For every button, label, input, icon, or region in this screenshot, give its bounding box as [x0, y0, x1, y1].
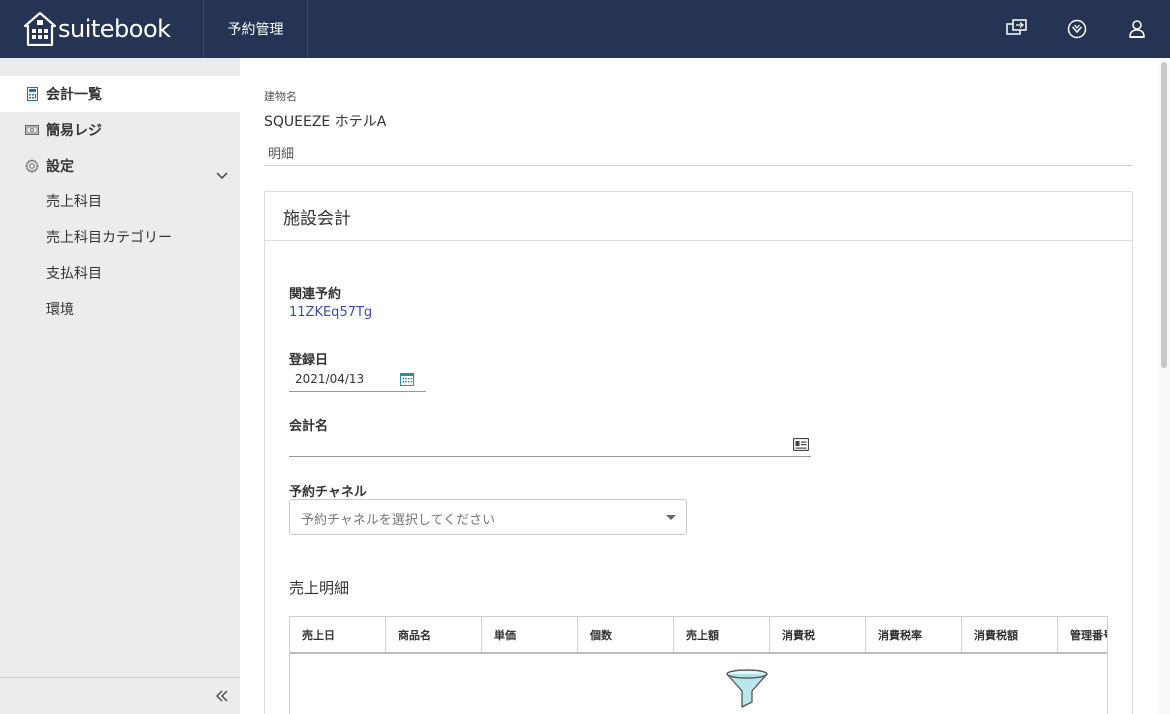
user-icon[interactable]	[1126, 18, 1148, 40]
column-header-consumption-tax[interactable]: 消費税	[770, 617, 866, 652]
column-header-unit-price[interactable]: 単価	[482, 617, 578, 652]
sidebar-subitem-payment-items[interactable]: 支払科目	[46, 255, 102, 291]
column-header-sales-date[interactable]: 売上日	[290, 617, 386, 652]
dropdown-arrow-icon	[666, 515, 676, 520]
calculator-icon	[25, 87, 39, 101]
checkmark-circle-icon[interactable]	[1066, 18, 1088, 40]
id-card-icon	[793, 438, 809, 451]
channel-label: 予約チャネル	[289, 485, 367, 500]
table-header-row: 売上日 商品名 単価 個数 売上額 消費税 消費税率 消費税額 管理番号	[290, 617, 1107, 654]
brand-name: suitebook	[58, 15, 171, 43]
sales-details-title: 売上明細	[289, 579, 350, 597]
tab-bar: 明細	[264, 142, 1133, 166]
column-header-product-name[interactable]: 商品名	[386, 617, 482, 652]
sales-details-table: 売上日 商品名 単価 個数 売上額 消費税 消費税率 消費税額 管理番号	[289, 616, 1108, 714]
building-value: SQUEEZE ホテルA	[264, 114, 387, 130]
sidebar: 会計一覧 簡易レジ 設定 売上科目 売上科目カテゴリー 支払科目 環境	[0, 58, 240, 714]
column-header-tax-rate[interactable]: 消費税率	[866, 617, 962, 652]
facility-accounting-card: 施設会計 関連予約 11ZKEq57Tg 登録日 2021/04/13 会計名 …	[264, 191, 1133, 714]
sidebar-item-label: 簡易レジ	[46, 123, 102, 139]
gear-icon	[25, 159, 39, 173]
sidebar-item-accounting-list[interactable]: 会計一覧	[0, 76, 240, 112]
scrollbar[interactable]	[1158, 58, 1170, 714]
sidebar-item-settings[interactable]: 設定	[0, 148, 240, 184]
card-title: 施設会計	[265, 192, 1132, 241]
transfer-icon[interactable]	[1006, 18, 1028, 40]
card-title-text: 施設会計	[283, 208, 351, 229]
account-name-input[interactable]	[289, 433, 811, 457]
channel-select[interactable]: 予約チャネルを選択してください	[289, 499, 687, 535]
column-header-sales-amount[interactable]: 売上額	[674, 617, 770, 652]
main-content: 建物名 SQUEEZE ホテルA 明細 施設会計 関連予約 11ZKEq57Tg…	[240, 58, 1158, 714]
nav-label: 予約管理	[227, 22, 284, 38]
top-header: suitebook 予約管理	[0, 0, 1170, 58]
account-name-label: 会計名	[289, 419, 329, 434]
calendar-icon[interactable]	[399, 371, 415, 387]
sidebar-item-simple-register[interactable]: 簡易レジ	[0, 112, 240, 148]
building-label: 建物名	[264, 90, 297, 103]
sidebar-subitem-sales-items[interactable]: 売上科目	[46, 183, 102, 219]
registration-date-label: 登録日	[289, 353, 329, 368]
column-header-management-number[interactable]: 管理番号	[1058, 617, 1107, 652]
collapse-sidebar-icon[interactable]	[214, 688, 230, 704]
brand-logo[interactable]: suitebook	[0, 0, 204, 58]
building-logo-icon	[24, 12, 56, 46]
column-header-quantity[interactable]: 個数	[578, 617, 674, 652]
sidebar-subitem-environment[interactable]: 環境	[46, 291, 74, 327]
chevron-down-icon[interactable]	[214, 170, 230, 182]
column-header-tax-amount[interactable]: 消費税額	[962, 617, 1058, 652]
channel-placeholder: 予約チャネルを選択してください	[301, 513, 496, 528]
header-actions	[1006, 0, 1170, 58]
tab-details[interactable]: 明細	[268, 143, 294, 162]
sidebar-item-label: 設定	[46, 159, 74, 175]
registration-date-value: 2021/04/13	[295, 372, 365, 386]
related-reservation-link[interactable]: 11ZKEq57Tg	[289, 305, 372, 320]
sidebar-subitem-sales-categories[interactable]: 売上科目カテゴリー	[46, 219, 172, 255]
cash-icon	[25, 123, 39, 137]
nav-reservation-management[interactable]: 予約管理	[204, 0, 308, 58]
scrollbar-thumb[interactable]	[1161, 62, 1167, 368]
sidebar-item-label: 会計一覧	[46, 87, 102, 103]
registration-date-field[interactable]: 2021/04/13	[289, 368, 426, 392]
sidebar-footer	[0, 677, 240, 714]
related-reservation-label: 関連予約	[289, 287, 342, 302]
filter-icon	[726, 669, 768, 708]
